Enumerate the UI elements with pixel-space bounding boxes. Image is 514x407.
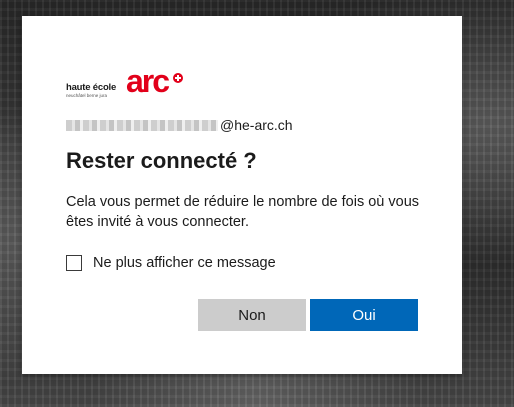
logo-arc-word: arc bbox=[126, 63, 170, 99]
logo-line-2: neuchâtel berne jura bbox=[66, 93, 108, 98]
logo-line-1: haute école bbox=[66, 82, 117, 93]
redacted-username bbox=[66, 119, 218, 131]
email-domain: @he-arc.ch bbox=[220, 117, 293, 133]
sign-in-dialog: haute école neuchâtel berne jura arc @he… bbox=[22, 16, 462, 374]
he-arc-logo: haute école neuchâtel berne jura arc bbox=[66, 56, 186, 106]
dont-show-again-option[interactable]: Ne plus afficher ce message bbox=[66, 255, 276, 271]
yes-button[interactable]: Oui bbox=[310, 299, 418, 331]
description-text: Cela vous permet de réduire le nombre de… bbox=[66, 194, 420, 230]
dont-show-again-label[interactable]: Ne plus afficher ce message bbox=[93, 255, 276, 271]
page-title: Rester connecté ? bbox=[66, 148, 257, 173]
account-identifier: @he-arc.ch bbox=[66, 116, 293, 134]
dont-show-again-checkbox[interactable] bbox=[66, 255, 82, 271]
no-button[interactable]: Non bbox=[198, 299, 306, 331]
swiss-cross-icon bbox=[173, 73, 183, 83]
